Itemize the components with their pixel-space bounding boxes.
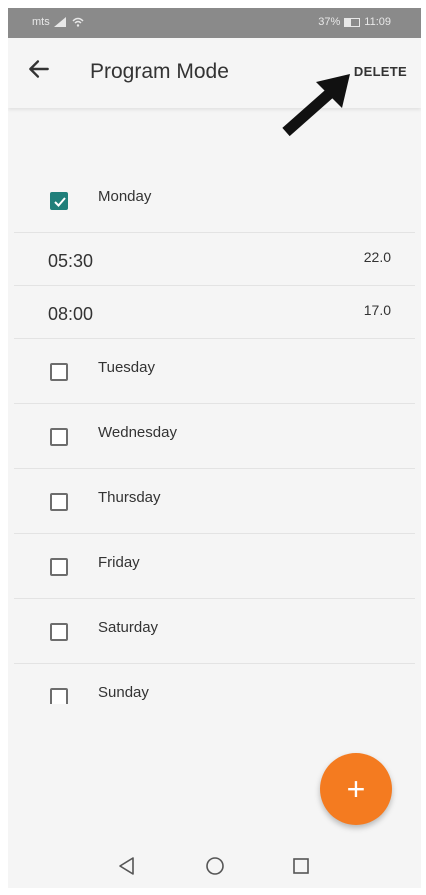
checkbox-monday[interactable] xyxy=(50,192,68,210)
checkbox-friday[interactable] xyxy=(50,558,68,576)
arrow-left-icon[interactable] xyxy=(26,56,52,82)
home-circle-icon[interactable] xyxy=(203,855,227,877)
checkbox-wednesday[interactable] xyxy=(50,428,68,446)
day-row-thursday[interactable]: Thursday xyxy=(8,469,421,533)
delete-button[interactable]: DELETE xyxy=(354,64,407,79)
checkmark-icon xyxy=(54,197,66,207)
day-label: Saturday xyxy=(98,619,159,636)
checkbox-saturday[interactable] xyxy=(50,623,68,641)
day-label: Sunday xyxy=(98,684,149,701)
recents-square-icon[interactable] xyxy=(289,855,313,877)
entry-temperature: 22.0 xyxy=(363,249,391,265)
battery-icon xyxy=(344,17,361,27)
checkbox-thursday[interactable] xyxy=(50,493,68,511)
phone-screen: mts 37% 11:09 Program Mode DELETE Monday… xyxy=(8,8,421,888)
day-label: Tuesday xyxy=(98,359,155,376)
annotation-arrow-icon xyxy=(282,74,350,137)
entry-time: 08:00 xyxy=(48,304,94,324)
wifi-icon xyxy=(72,17,84,27)
page-title: Program Mode xyxy=(90,60,229,83)
day-label: Friday xyxy=(98,554,140,571)
clock-time: 11:09 xyxy=(364,16,391,28)
plus-icon: + xyxy=(346,770,366,807)
day-row-tuesday[interactable]: Tuesday xyxy=(8,339,421,403)
day-row-sunday[interactable]: Sunday xyxy=(8,664,421,704)
status-right: 37% 11:09 xyxy=(318,16,391,28)
schedule-entry-row[interactable]: 08:00 17.0 xyxy=(8,286,421,338)
signal-icon xyxy=(53,17,66,27)
entry-temperature: 17.0 xyxy=(363,302,391,318)
add-program-button[interactable]: + xyxy=(320,753,392,825)
day-label: Thursday xyxy=(98,489,161,506)
carrier-label: mts xyxy=(32,16,50,28)
day-label: Wednesday xyxy=(98,424,177,441)
checkbox-tuesday[interactable] xyxy=(50,363,68,381)
battery-percent: 37% xyxy=(318,16,341,28)
day-row-saturday[interactable]: Saturday xyxy=(8,599,421,663)
day-row-wednesday[interactable]: Wednesday xyxy=(8,404,421,468)
system-nav-bar xyxy=(8,843,421,888)
day-row-friday[interactable]: Friday xyxy=(8,534,421,598)
checkbox-sunday[interactable] xyxy=(50,688,68,704)
entry-time: 05:30 xyxy=(48,251,94,271)
app-bar: Program Mode DELETE xyxy=(8,38,421,108)
day-label: Monday xyxy=(98,188,152,205)
schedule-entry-row[interactable]: 05:30 22.0 xyxy=(8,233,421,285)
program-day-list: Monday 05:30 22.0 08:00 17.0 Tuesday Wed… xyxy=(8,168,421,704)
status-left: mts xyxy=(32,16,84,28)
back-triangle-icon[interactable] xyxy=(115,855,139,877)
day-row-monday[interactable]: Monday xyxy=(8,168,421,232)
status-bar: mts 37% 11:09 xyxy=(8,8,421,38)
